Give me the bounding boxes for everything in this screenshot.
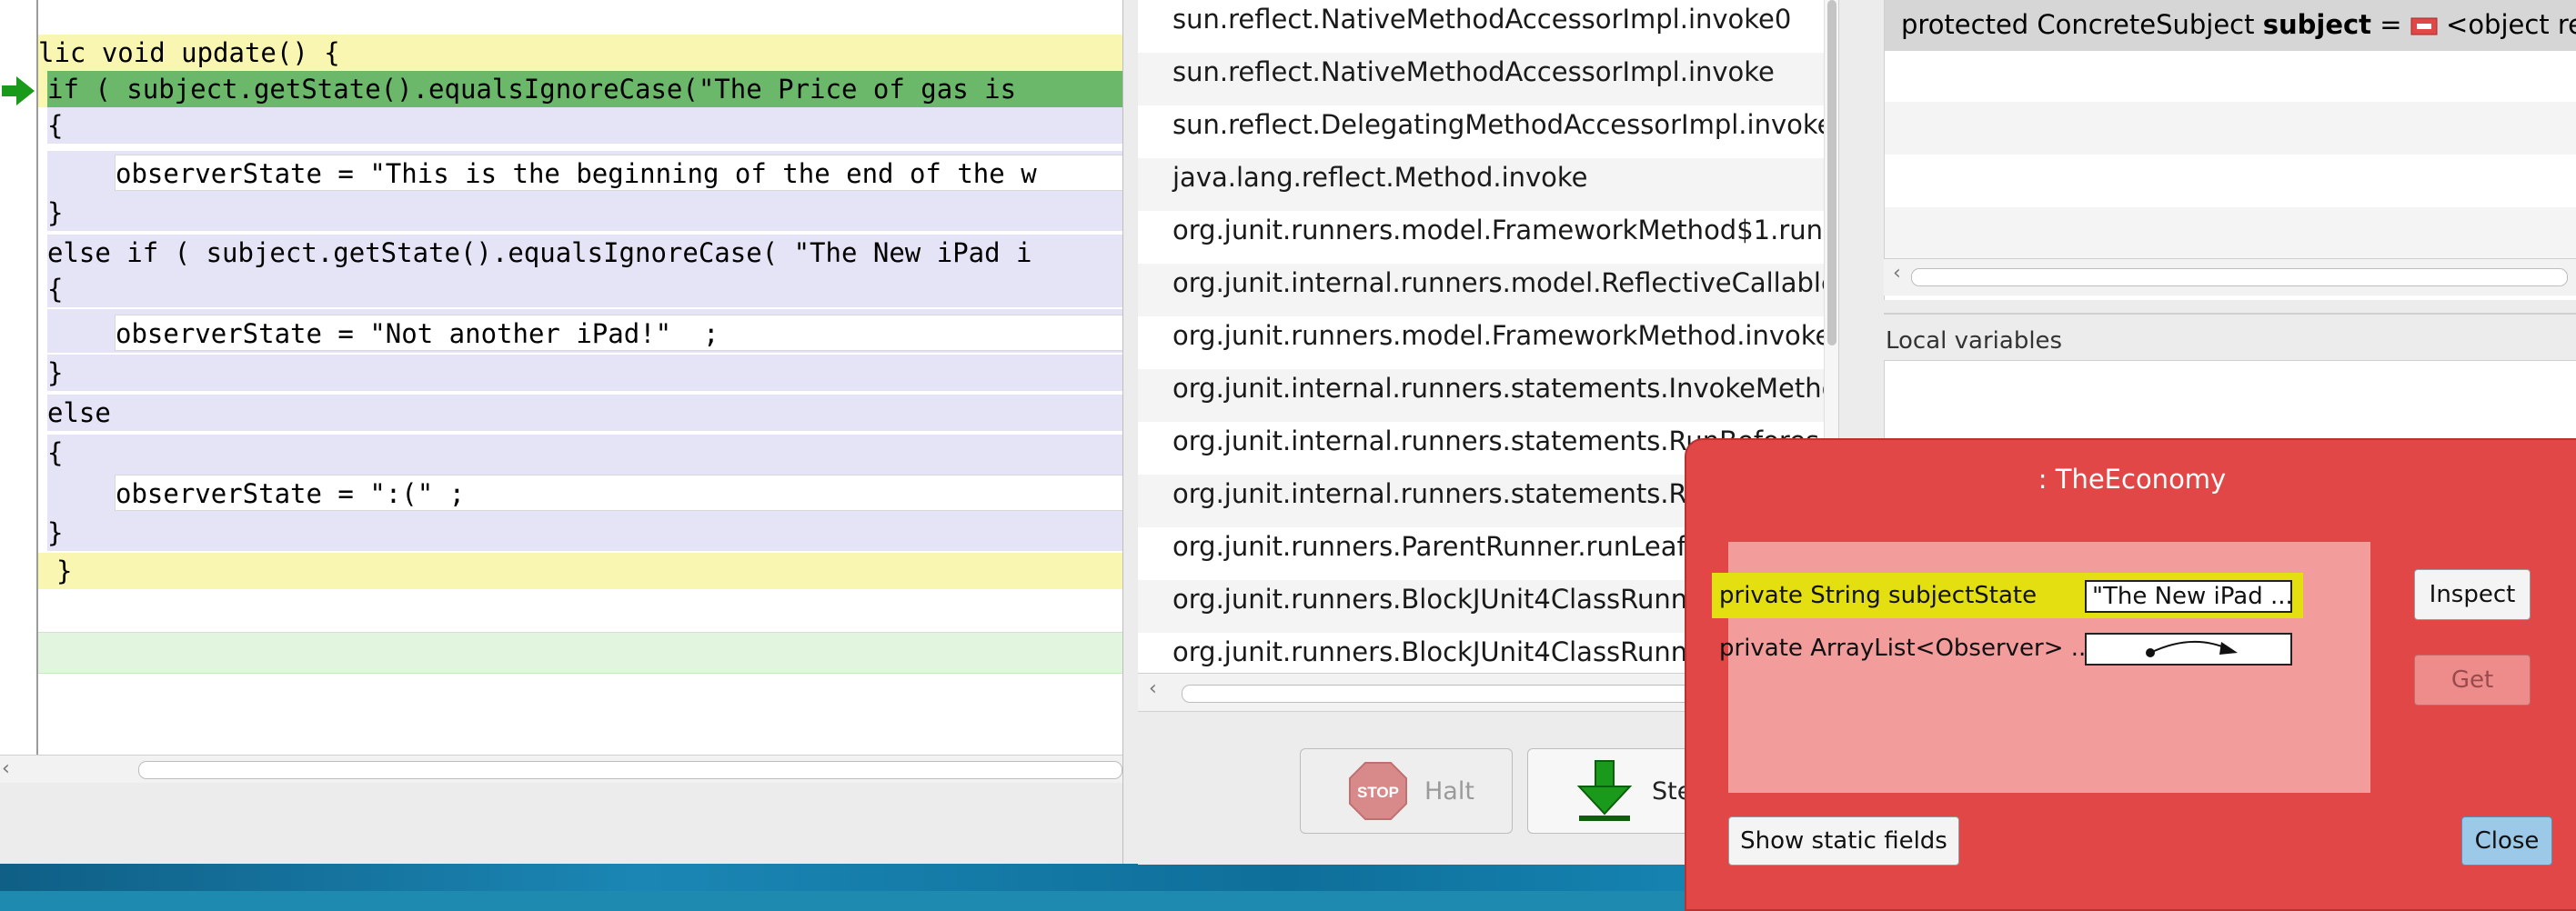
stack-frame[interactable]: sun.reflect.DelegatingMethodAccessorImpl… xyxy=(1138,105,1838,158)
stack-frame[interactable]: org.junit.runners.model.FrameworkMethod$… xyxy=(1138,211,1838,264)
object-reference-icon xyxy=(2410,17,2438,35)
stack-frame[interactable]: java.lang.reflect.Method.invoke xyxy=(1138,158,1838,211)
scrollbar-thumb[interactable] xyxy=(1827,0,1836,345)
code-editor-window: lic void update() { if ( subject.getStat… xyxy=(0,0,1139,864)
scroll-left-icon[interactable]: ‹ xyxy=(1149,677,1157,700)
code-line[interactable]: { xyxy=(47,107,1139,144)
code-text: observerState = "Not another iPad!" ; xyxy=(116,318,719,349)
editor-horizontal-scrollbar[interactable]: ‹ xyxy=(0,755,1128,783)
scroll-left-icon[interactable]: ‹ xyxy=(1893,262,1901,285)
show-static-fields-button[interactable]: Show static fields xyxy=(1728,816,1959,866)
code-line[interactable]: } xyxy=(47,515,1139,551)
scrollbar-thumb[interactable] xyxy=(1182,685,1693,703)
editor-gutter xyxy=(0,0,38,755)
code-editor: lic void update() { if ( subject.getStat… xyxy=(0,0,1139,755)
code-line-current-if[interactable]: if ( subject.getState().equalsIgnoreCase… xyxy=(47,71,1130,107)
local-variables-label: Local variables xyxy=(1886,327,2063,355)
scrollbar-thumb[interactable] xyxy=(138,761,1122,779)
code-text: { xyxy=(47,274,64,305)
stack-frame[interactable]: sun.reflect.NativeMethodAccessorImpl.inv… xyxy=(1138,0,1838,53)
code-line-assignment-3[interactable]: observerState = ":(" ; xyxy=(115,475,1130,511)
code-text: { xyxy=(47,437,64,468)
field-row-empty xyxy=(1885,102,2576,155)
code-text: { xyxy=(47,110,64,141)
reference-arrow-icon xyxy=(2146,641,2238,657)
field-value[interactable]: "The New iPad ... xyxy=(2085,580,2292,613)
field-equals: = xyxy=(2371,9,2410,40)
inspector-field-subjectState[interactable]: private String subjectState "The New iPa… xyxy=(1712,573,2303,618)
code-line[interactable]: } xyxy=(47,195,1139,231)
field-row-empty xyxy=(1885,207,2576,260)
code-text: observerState = "This is the beginning o… xyxy=(116,158,1037,189)
field-row-subject[interactable]: protected ConcreteSubject subject = <obj… xyxy=(1885,0,2576,51)
fields-horizontal-scrollbar[interactable]: ‹ xyxy=(1884,258,2576,295)
code-line-assignment-1[interactable]: observerState = "This is the beginning o… xyxy=(115,155,1130,191)
code-text: if ( subject.getState().equalsIgnoreCase… xyxy=(47,74,1017,105)
object-inspector-window: : TheEconomy private String subjectState… xyxy=(1685,438,2576,911)
scrollbar-thumb[interactable] xyxy=(1911,268,2568,286)
halt-label: Halt xyxy=(1424,776,1474,806)
stop-sign-icon: STOP xyxy=(1349,762,1407,820)
code-line-assignment-2[interactable]: observerState = "Not another iPad!" ; xyxy=(115,315,1130,351)
code-text: } xyxy=(47,197,64,228)
object-reference-value[interactable] xyxy=(2085,633,2292,666)
divider xyxy=(1884,313,2576,315)
execution-pointer-icon xyxy=(2,76,35,105)
next-method-band xyxy=(38,632,1130,674)
field-label: private ArrayList<Observer> ... xyxy=(1719,635,2094,662)
field-declaration: protected ConcreteSubject xyxy=(1901,9,2263,40)
code-line[interactable]: { xyxy=(47,271,1139,307)
code-line-method-close[interactable]: } xyxy=(38,553,1130,589)
step-down-arrow-icon xyxy=(1576,760,1633,821)
stack-frame[interactable]: org.junit.runners.model.FrameworkMethod.… xyxy=(1138,316,1838,369)
stack-frame[interactable]: org.junit.internal.runners.statements.In… xyxy=(1138,369,1838,422)
instance-fields-panel[interactable]: protected ConcreteSubject subject = <obj… xyxy=(1884,0,2576,300)
code-line[interactable]: { xyxy=(47,435,1139,471)
scroll-left-icon[interactable]: ‹ xyxy=(2,756,10,783)
inspector-field-observers[interactable]: private ArrayList<Observer> ... xyxy=(1712,626,2303,671)
code-text: } xyxy=(47,357,64,388)
stack-frame[interactable]: org.junit.internal.runners.model.Reflect… xyxy=(1138,264,1838,316)
code-line-method-signature[interactable]: lic void update() { xyxy=(38,35,1130,71)
code-text: observerState = ":(" ; xyxy=(116,478,466,509)
get-button[interactable]: Get xyxy=(2414,655,2531,706)
inspector-title: : TheEconomy xyxy=(2038,464,2227,495)
code-text: else if ( subject.getState().equalsIgnor… xyxy=(47,237,1032,268)
code-line[interactable]: } xyxy=(47,355,1139,391)
field-value: <object refere xyxy=(2446,9,2576,40)
code-text: lic void update() { xyxy=(38,37,340,68)
code-text: else xyxy=(47,397,111,428)
close-button[interactable]: Close xyxy=(2461,816,2552,866)
code-line-else[interactable]: else xyxy=(47,395,1139,431)
code-text: } xyxy=(47,517,64,548)
field-name: subject xyxy=(2262,9,2372,40)
svg-text:STOP: STOP xyxy=(1357,784,1399,801)
halt-button[interactable]: STOP Halt xyxy=(1300,748,1513,834)
stack-frame[interactable]: sun.reflect.NativeMethodAccessorImpl.inv… xyxy=(1138,53,1838,105)
code-line-else-if[interactable]: else if ( subject.getState().equalsIgnor… xyxy=(47,235,1139,271)
field-label: private String subjectState xyxy=(1719,582,2038,609)
code-text: } xyxy=(56,556,73,586)
inspect-button[interactable]: Inspect xyxy=(2414,569,2531,620)
